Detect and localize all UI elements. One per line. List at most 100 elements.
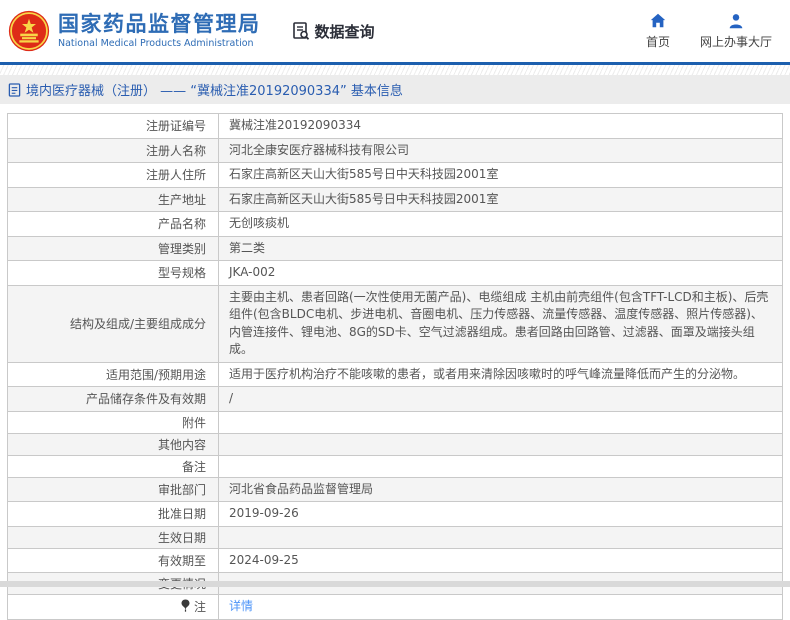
row-value-text: /	[229, 391, 234, 405]
row-label-text: 其他内容	[157, 437, 206, 452]
table-row: 结构及组成/主要组成成分 主要由主机、患者回路(一次性使用无菌产品)、电缆组成 主…	[8, 285, 782, 363]
row-label-text: 附件	[181, 415, 206, 430]
table-row: 管理类别 第二类	[8, 236, 782, 261]
row-value-text: 石家庄高新区天山大街585号日中天科技园2001室	[229, 167, 499, 181]
row-value: 河北全康安医疗器械科技有限公司	[219, 139, 782, 163]
row-value: /	[219, 387, 782, 411]
row-label: 生产地址	[8, 187, 219, 211]
table-row: 批准日期 2019-09-26	[8, 502, 782, 527]
row-label-text: 注册证编号	[145, 119, 206, 134]
row-value	[219, 527, 782, 548]
nav-item-service-hall[interactable]: 网上办事大厅	[700, 12, 772, 50]
home-icon	[650, 13, 666, 28]
row-value-text: 石家庄高新区天山大街585号日中天科技园2001室	[229, 191, 499, 206]
footer-strip	[0, 581, 790, 587]
top-nav: 首页 网上办事大厅	[646, 12, 772, 50]
table-row: 审批部门 河北省食品药品监督管理局	[8, 477, 782, 502]
row-label: 注册人名称	[8, 138, 219, 162]
nav-item-label: 网上办事大厅	[699, 35, 772, 49]
table-row: 适用范围/预期用途 适用于医疗机构治疗不能咳嗽的患者，或者用来清除因咳嗽时的呼气峰…	[8, 362, 782, 387]
row-value-text: 无创咳痰机	[229, 216, 290, 230]
row-value: 河北省食品药品监督管理局	[219, 478, 782, 502]
page-header: 国家药品监督管理局 National Medical Products Admi…	[0, 0, 790, 62]
row-label-text: 注册人名称	[145, 143, 206, 158]
row-value-text: 2019-09-26	[229, 506, 299, 520]
breadcrumb-text: 境内医疗器械（注册） —— “冀械注准20192090334” 基本信息	[26, 84, 403, 99]
pin-icon	[180, 599, 191, 615]
table-row: 附件	[8, 411, 782, 434]
row-label-text: 注册人住所	[145, 168, 206, 183]
row-value	[219, 434, 782, 455]
row-label: 适用范围/预期用途	[8, 362, 219, 386]
row-value-text: 主要由主机、患者回路(一次性使用无菌产品)、电缆组成 主机由前壳组件(包含TFT…	[229, 289, 769, 357]
row-label: 注册人住所	[8, 163, 219, 187]
row-label-text: 结构及组成/主要组成成分	[69, 317, 206, 331]
row-label-text: 产品名称	[157, 217, 206, 232]
row-value: 主要由主机、患者回路(一次性使用无菌产品)、电缆组成 主机由前壳组件(包含TFT…	[219, 286, 782, 362]
data-query-label: 数据查询	[314, 22, 375, 41]
row-label: 注册证编号	[8, 114, 219, 138]
national-emblem-icon	[8, 10, 50, 52]
row-label-text: 管理类别	[157, 241, 206, 256]
document-icon	[8, 82, 21, 97]
row-label: 型号规格	[8, 261, 219, 285]
row-label-text: 生效日期	[157, 530, 206, 545]
row-label-text: 适用范围/预期用途	[105, 367, 206, 382]
row-label: 其他内容	[8, 433, 219, 455]
row-label: 备注	[8, 455, 219, 477]
nmpa-logo[interactable]: 国家药品监督管理局 National Medical Products Admi…	[8, 10, 261, 52]
row-value	[219, 456, 782, 477]
row-value-text: 冀械注准20192090334	[229, 118, 361, 132]
row-label: 审批部门	[8, 477, 219, 501]
row-label-text: 产品储存条件及有效期	[85, 392, 206, 407]
row-label-text: 生产地址	[157, 192, 206, 207]
row-label: 注	[8, 595, 219, 619]
user-icon	[729, 14, 743, 29]
row-label-text: 批准日期	[157, 507, 206, 522]
row-value: 详情	[219, 595, 782, 619]
table-row: 生产地址 石家庄高新区天山大街585号日中天科技园2001室	[8, 187, 782, 212]
table-row: 注册证编号 冀械注准20192090334	[8, 114, 782, 139]
row-value: 适用于医疗机构治疗不能咳嗽的患者，或者用来清除因咳嗽时的呼气峰流量降低而产生的分…	[219, 363, 782, 387]
row-label-text: 注	[193, 600, 206, 615]
org-name-cn: 国家药品监督管理局	[58, 12, 261, 37]
row-label: 有效期至	[8, 548, 219, 572]
row-value	[219, 412, 782, 433]
row-value: JKA-002	[219, 261, 782, 285]
table-row: 产品储存条件及有效期 /	[8, 387, 782, 412]
row-label-text: 有效期至	[157, 553, 206, 568]
row-value: 冀械注准20192090334	[219, 114, 782, 138]
table-row: 产品名称 无创咳痰机	[8, 212, 782, 237]
row-label: 产品名称	[8, 212, 219, 236]
table-row: 注册人名称 河北全康安医疗器械科技有限公司	[8, 138, 782, 163]
row-value: 石家庄高新区天山大街585号日中天科技园2001室	[219, 163, 782, 187]
org-name-en: National Medical Products Administration	[58, 37, 254, 49]
row-value: 石家庄高新区天山大街585号日中天科技园2001室	[219, 188, 782, 212]
table-row: 备注	[8, 455, 782, 478]
row-label: 产品储存条件及有效期	[8, 387, 219, 411]
document-search-icon	[292, 22, 309, 40]
table-row: 注册人住所 石家庄高新区天山大街585号日中天科技园2001室	[8, 163, 782, 188]
row-value-text: 2024-09-25	[229, 552, 299, 567]
table-row: 有效期至 2024-09-25	[8, 548, 782, 573]
row-value: 2019-09-26	[219, 502, 782, 526]
row-label: 结构及组成/主要组成成分	[8, 285, 219, 362]
nav-item-label: 首页	[645, 35, 670, 49]
data-query-tab[interactable]: 数据查询	[291, 21, 375, 42]
row-label: 生效日期	[8, 526, 219, 548]
row-value-text: JKA-002	[229, 265, 276, 279]
row-value: 第二类	[219, 237, 782, 261]
row-label: 附件	[8, 411, 219, 433]
detail-link[interactable]: 详情	[229, 598, 253, 616]
row-label: 管理类别	[8, 236, 219, 260]
table-row: 注 详情	[8, 595, 782, 620]
table-row: 其他内容	[8, 433, 782, 456]
row-label-text: 备注	[181, 459, 206, 474]
row-value: 无创咳痰机	[219, 212, 782, 236]
row-label-text: 审批部门	[157, 482, 206, 497]
org-names: 国家药品监督管理局 National Medical Products Admi…	[58, 12, 261, 49]
nav-item-home[interactable]: 首页	[646, 12, 670, 50]
table-row: 生效日期	[8, 526, 782, 549]
row-label-text: 型号规格	[157, 266, 206, 281]
breadcrumb: 境内医疗器械（注册） —— “冀械注准20192090334” 基本信息	[0, 75, 790, 104]
